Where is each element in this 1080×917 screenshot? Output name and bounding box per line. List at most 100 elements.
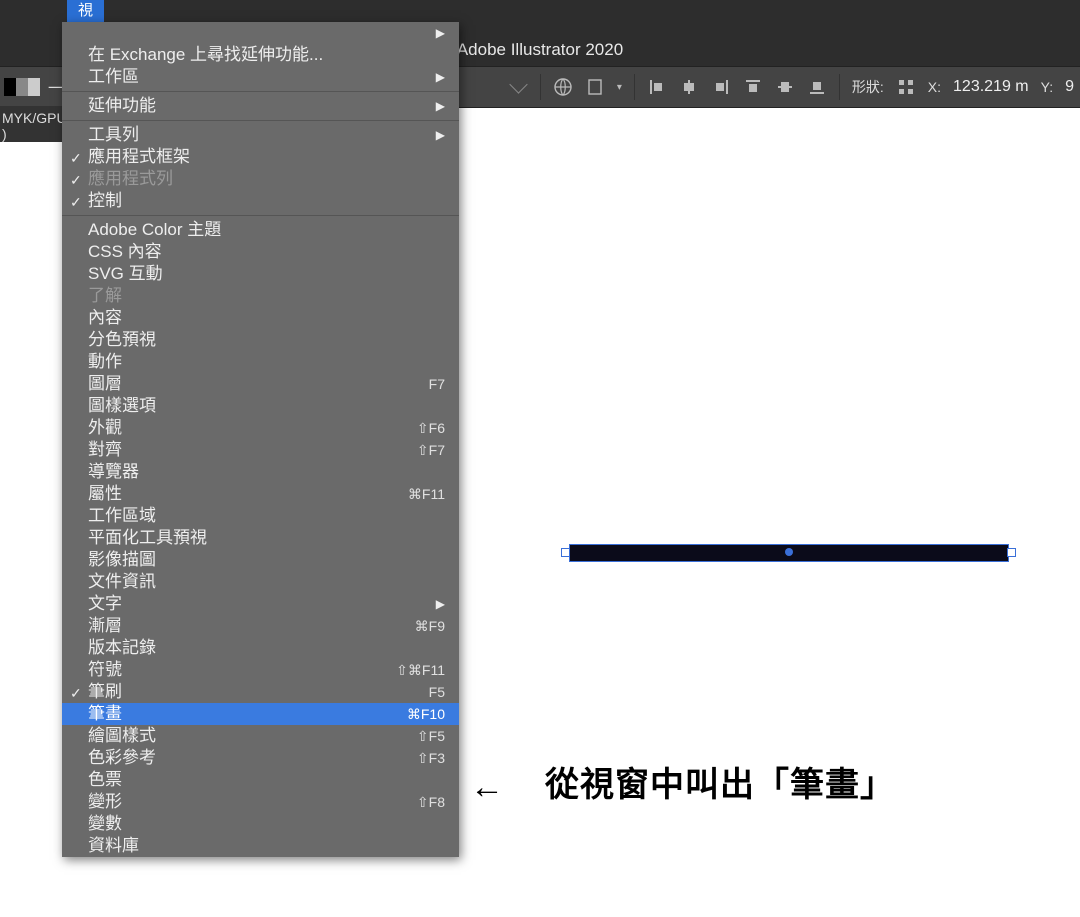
x-value[interactable]: 123.219 m (953, 78, 1029, 96)
menu-item[interactable]: 變數 (62, 813, 459, 835)
menu-item-label: 延伸功能 (88, 95, 156, 117)
align-vcenter-icon[interactable] (775, 77, 795, 97)
align-left-icon[interactable] (647, 77, 667, 97)
selection-center-point[interactable] (785, 548, 793, 556)
selection-handle-right[interactable] (1007, 548, 1016, 557)
x-label: X: (928, 79, 941, 95)
menu-item-label: 內容 (88, 307, 122, 329)
document-info-bar: MYK/GPU ) (0, 106, 64, 142)
annotation-text: 從視窗中叫出「筆畫」 (545, 757, 895, 806)
small-dropdown-icon[interactable]: ▾ (617, 82, 622, 93)
menu-item-label: 分色預視 (88, 329, 156, 351)
menu-item[interactable]: 圖層F7 (62, 373, 459, 395)
menu-item[interactable]: 圖樣選項 (62, 395, 459, 417)
menu-item-label: 圖樣選項 (88, 395, 156, 417)
menu-item[interactable]: 版本記錄 (62, 637, 459, 659)
menu-item[interactable]: 延伸功能 ▶ (62, 95, 459, 117)
submenu-arrow-icon: ▶ (436, 22, 445, 44)
menu-item[interactable]: 屬性⌘F11 (62, 483, 459, 505)
menu-item-shortcut: ⌘F10 (407, 703, 445, 725)
document-setup-icon[interactable] (585, 77, 605, 97)
submenu-arrow-icon: ▶ (436, 66, 445, 88)
menu-item-label: 應用程式框架 (88, 146, 190, 168)
menu-separator (62, 91, 459, 92)
menu-item[interactable]: 繪圖樣式 ⇧F5 (62, 725, 459, 747)
menu-item[interactable]: 色票 (62, 769, 459, 791)
menu-item-shortcut: ⇧F5 (417, 725, 445, 747)
separator (540, 74, 541, 100)
menu-item[interactable]: 筆畫 ⌘F10 (62, 703, 459, 725)
menu-item-label: 工作區 (88, 66, 139, 88)
menu-separator (62, 215, 459, 216)
menu-item-label: 色彩參考 (88, 747, 156, 769)
menu-item-label: 了解 (88, 285, 122, 307)
menu-item[interactable]: Adobe Color 主題 (62, 219, 459, 241)
menu-item[interactable]: 控制 (62, 190, 459, 212)
menu-item-label: 繪圖樣式 (88, 725, 156, 747)
menu-item[interactable]: CSS 內容 (62, 241, 459, 263)
menu-item-label: 影像描圖 (88, 549, 156, 571)
menu-item[interactable]: 文件資訊 (62, 571, 459, 593)
menu-item-label: 平面化工具預視 (88, 527, 207, 549)
menu-item[interactable]: 變形 ⇧F8 (62, 791, 459, 813)
menu-item-label: 文件資訊 (88, 571, 156, 593)
menu-item[interactable]: 筆刷 F5 (62, 681, 459, 703)
menu-item-shortcut: F7 (429, 373, 445, 395)
menu-item[interactable]: 工作區 ▶ (62, 66, 459, 88)
menu-item-shortcut: F5 (429, 681, 445, 703)
selection-handle-left[interactable] (561, 548, 570, 557)
menu-item-label: 對齊 (88, 439, 122, 461)
menu-item-label: SVG 互動 (88, 263, 163, 285)
align-right-icon[interactable] (711, 77, 731, 97)
menu-item[interactable]: 導覽器 (62, 461, 459, 483)
menu-item[interactable]: 文字▶ (62, 593, 459, 615)
menubar-tab-window[interactable]: 視 (67, 0, 104, 22)
menu-separator (62, 120, 459, 121)
menu-item[interactable]: 影像描圖 (62, 549, 459, 571)
menu-item-label: 筆刷 (88, 681, 122, 703)
menu-item-label: 導覽器 (88, 461, 139, 483)
menu-item[interactable]: 在 Exchange 上尋找延伸功能... (62, 44, 459, 66)
globe-icon[interactable] (553, 77, 573, 97)
submenu-arrow-icon: ▶ (436, 95, 445, 117)
menu-item-label: 控制 (88, 190, 122, 212)
menu-item[interactable]: 平面化工具預視 (62, 527, 459, 549)
align-hcenter-icon[interactable] (679, 77, 699, 97)
menu-item-label: 變數 (88, 813, 122, 835)
menu-item[interactable]: 應用程式框架 (62, 146, 459, 168)
stroke-profile-thumb[interactable] (4, 78, 40, 96)
separator (634, 74, 635, 100)
menu-item[interactable]: ▶ (62, 22, 459, 44)
align-bottom-icon[interactable] (807, 77, 827, 97)
menu-item[interactable]: 色彩參考⇧F3 (62, 747, 459, 769)
menu-item-label: 文字 (88, 593, 122, 615)
menu-item[interactable]: 漸層⌘F9 (62, 615, 459, 637)
menu-item-label: Adobe Color 主題 (88, 219, 221, 241)
transform-icon[interactable] (896, 77, 916, 97)
menu-item[interactable]: 工具列▶ (62, 124, 459, 146)
menu-item[interactable]: 內容 (62, 307, 459, 329)
menu-item-label: 筆畫 (88, 703, 122, 725)
menu-item-shortcut: ⇧F8 (417, 791, 445, 813)
menu-item[interactable]: 對齊 ⇧F7 (62, 439, 459, 461)
menu-item[interactable]: 工作區域 (62, 505, 459, 527)
menu-item[interactable]: SVG 互動 (62, 263, 459, 285)
menu-item-shortcut: ⇧F7 (417, 439, 445, 461)
menu-item[interactable]: 符號⇧⌘F11 (62, 659, 459, 681)
window-menu-dropdown: ▶ 在 Exchange 上尋找延伸功能...工作區 ▶ 延伸功能 ▶ 工具列▶應用程式框… (62, 22, 459, 857)
y-value[interactable]: 9 (1065, 78, 1074, 96)
menu-item[interactable]: 外觀⇧F6 (62, 417, 459, 439)
menu-item-label: 符號 (88, 659, 122, 681)
menu-item-shortcut: ⌘F9 (415, 615, 445, 637)
menu-item-label: 色票 (88, 769, 122, 791)
menu-item-label: 在 Exchange 上尋找延伸功能... (88, 44, 323, 66)
menu-item[interactable]: 資料庫 (62, 835, 459, 857)
menu-item: 應用程式列 (62, 168, 459, 190)
menu-item-label: 工作區域 (88, 505, 156, 527)
menu-item-label: 變形 (88, 791, 122, 813)
menu-item[interactable]: 分色預視 (62, 329, 459, 351)
menu-item-label: CSS 內容 (88, 241, 162, 263)
menu-item[interactable]: 動作 (62, 351, 459, 373)
align-top-icon[interactable] (743, 77, 763, 97)
dropdown-icon[interactable] (509, 75, 527, 93)
